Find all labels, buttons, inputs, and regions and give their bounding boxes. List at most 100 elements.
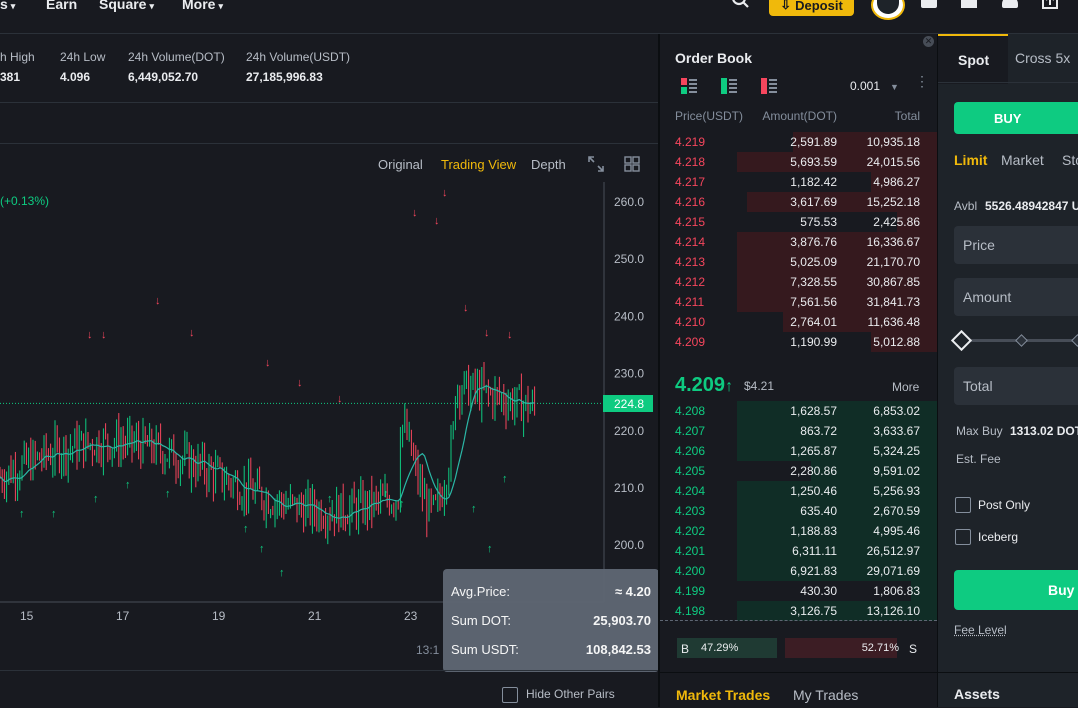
- orderbook-view-both-icon[interactable]: [681, 78, 697, 97]
- price-input[interactable]: Price: [954, 226, 1078, 264]
- bid-amount: 6,311.11: [792, 544, 837, 558]
- current-price-label: 224.8: [614, 397, 644, 411]
- bid-row[interactable]: 4.204 1,250.46 5,256.93: [660, 481, 937, 501]
- sell-marker-icon: ↓: [87, 329, 93, 341]
- more-options-icon[interactable]: ⋮: [915, 78, 929, 84]
- ask-row[interactable]: 4.212 7,328.55 30,867.85: [660, 272, 937, 292]
- bid-row[interactable]: 4.208 1,628.57 6,853.02: [660, 401, 937, 421]
- bid-row[interactable]: 4.200 6,921.83 29,071.69: [660, 561, 937, 581]
- amount-input[interactable]: Amount: [954, 278, 1078, 316]
- stat-label: 24h Low: [60, 50, 105, 64]
- bid-row[interactable]: 4.201 6,311.11 26,512.97: [660, 541, 937, 561]
- ask-row[interactable]: 4.218 5,693.59 24,015.56: [660, 152, 937, 172]
- bid-price: 4.201: [675, 544, 705, 558]
- y-tick-label: 250.0: [614, 252, 644, 266]
- close-icon[interactable]: ✕: [923, 36, 934, 47]
- upload-icon[interactable]: [1041, 0, 1059, 13]
- bid-row[interactable]: 4.205 2,280.86 9,591.02: [660, 461, 937, 481]
- nav-item-earn[interactable]: Earn: [46, 0, 77, 12]
- ask-total: 31,841.73: [867, 295, 920, 309]
- ask-row[interactable]: 4.210 2,764.01 11,636.48: [660, 312, 937, 332]
- wallet-icon[interactable]: [921, 0, 937, 8]
- expand-icon[interactable]: [588, 156, 604, 175]
- bid-total: 13,126.10: [867, 604, 920, 618]
- tab-my-trades[interactable]: My Trades: [793, 687, 858, 703]
- tab-market-trades[interactable]: Market Trades: [676, 687, 770, 703]
- sum-usdt-value: 108,842.53: [586, 642, 651, 657]
- ask-total: 11,636.48: [868, 315, 921, 329]
- chevron-down-icon: ▾: [11, 1, 16, 11]
- nav-item-partial[interactable]: s ▾: [0, 0, 15, 12]
- bid-total: 2,670.59: [873, 504, 920, 518]
- max-buy-label: Max Buy: [956, 424, 1003, 438]
- slider-handle[interactable]: [951, 330, 972, 351]
- nav-item-square[interactable]: Square ▾: [99, 0, 154, 12]
- bid-amount: 1,188.83: [790, 524, 837, 538]
- buy-tab[interactable]: BUY: [954, 102, 1078, 134]
- ask-row[interactable]: 4.214 3,876.76 16,336.67: [660, 232, 937, 252]
- search-icon[interactable]: [731, 0, 751, 15]
- ask-row[interactable]: 4.216 3,617.69 15,252.18: [660, 192, 937, 212]
- avatar[interactable]: [871, 0, 905, 20]
- bid-row[interactable]: 4.199 430.30 1,806.83: [660, 581, 937, 601]
- ask-row[interactable]: 4.209 1,190.99 5,012.88: [660, 332, 937, 352]
- tab-depth[interactable]: Depth: [531, 157, 566, 172]
- sell-marker-icon: ↓: [101, 329, 107, 341]
- precision-select[interactable]: 0.001 ▼: [850, 79, 899, 93]
- buy-button[interactable]: Buy I: [954, 570, 1078, 610]
- grid-layout-icon[interactable]: [624, 156, 640, 175]
- max-buy-value: 1313.02 DOT: [1010, 424, 1078, 438]
- avg-price-label: Avg.Price:: [451, 584, 510, 599]
- bid-price: 4.207: [675, 424, 705, 438]
- bid-row[interactable]: 4.207 863.72 3,633.67: [660, 421, 937, 441]
- total-input[interactable]: Total: [954, 367, 1078, 405]
- slider-step[interactable]: [1071, 334, 1078, 347]
- hide-pairs-checkbox[interactable]: [502, 687, 518, 703]
- buy-marker-icon: ↑: [51, 508, 57, 520]
- deposit-button[interactable]: ⇩ Deposit: [769, 0, 854, 16]
- depth-tooltip: Avg.Price: ≈ 4.20 Sum DOT: 25,903.70 Sum…: [443, 569, 659, 672]
- deposit-label: Deposit: [795, 0, 843, 13]
- ask-row[interactable]: 4.215 575.53 2,425.86: [660, 212, 937, 232]
- order-type-market[interactable]: Market: [1001, 152, 1044, 168]
- buy-marker-icon: ↑: [487, 543, 493, 555]
- sell-marker-icon: ↓: [442, 187, 448, 199]
- order-type-limit[interactable]: Limit: [954, 152, 987, 168]
- stat-label: h High: [0, 50, 35, 64]
- fee-level-link[interactable]: Fee Level: [954, 623, 1007, 637]
- post-only-checkbox[interactable]: [955, 497, 971, 513]
- ask-row[interactable]: 4.219 2,591.89 10,935.18: [660, 132, 937, 152]
- ask-row[interactable]: 4.213 5,025.09 21,170.70: [660, 252, 937, 272]
- tab-original[interactable]: Original: [378, 157, 423, 172]
- order-type-stop[interactable]: Sto: [1062, 152, 1078, 168]
- divider: [938, 672, 1078, 673]
- order-book-panel: Order Book ✕ 0.001 ▼ ⋮ Price(USDT) Amount…: [660, 34, 937, 707]
- change-label: (+0.13%): [0, 194, 49, 208]
- orderbook-view-bids-icon[interactable]: [721, 78, 737, 97]
- slider-step[interactable]: [1015, 334, 1028, 347]
- orders-icon[interactable]: [961, 0, 977, 8]
- bid-row[interactable]: 4.198 3,126.75 13,126.10: [660, 601, 937, 621]
- ask-price: 4.213: [675, 255, 705, 269]
- tab-cross[interactable]: Cross 5x: [1015, 50, 1070, 66]
- bell-icon[interactable]: [1002, 0, 1018, 8]
- last-price-value: 4.209: [675, 374, 725, 396]
- tab-spot[interactable]: Spot: [938, 34, 1008, 84]
- more-link[interactable]: More: [892, 380, 919, 394]
- header-price: Price(USDT): [675, 109, 743, 123]
- iceberg-checkbox[interactable]: [955, 529, 971, 545]
- bid-amount: 1,250.46: [790, 484, 837, 498]
- x-tick-label: 19: [212, 609, 226, 623]
- ask-row[interactable]: 4.217 1,182.42 4,986.27: [660, 172, 937, 192]
- tab-trading-view[interactable]: Trading View: [441, 157, 516, 172]
- amount-slider[interactable]: [954, 328, 1078, 352]
- nav-item-more[interactable]: More ▾: [182, 0, 223, 12]
- bid-price: 4.204: [675, 484, 705, 498]
- orderbook-view-asks-icon[interactable]: [761, 78, 777, 97]
- ask-total: 15,252.18: [867, 195, 920, 209]
- bid-row[interactable]: 4.206 1,265.87 5,324.25: [660, 441, 937, 461]
- bid-row[interactable]: 4.203 635.40 2,670.59: [660, 501, 937, 521]
- bid-row[interactable]: 4.202 1,188.83 4,995.46: [660, 521, 937, 541]
- ask-row[interactable]: 4.211 7,561.56 31,841.73: [660, 292, 937, 312]
- stat-label: 24h Volume(USDT): [246, 50, 350, 64]
